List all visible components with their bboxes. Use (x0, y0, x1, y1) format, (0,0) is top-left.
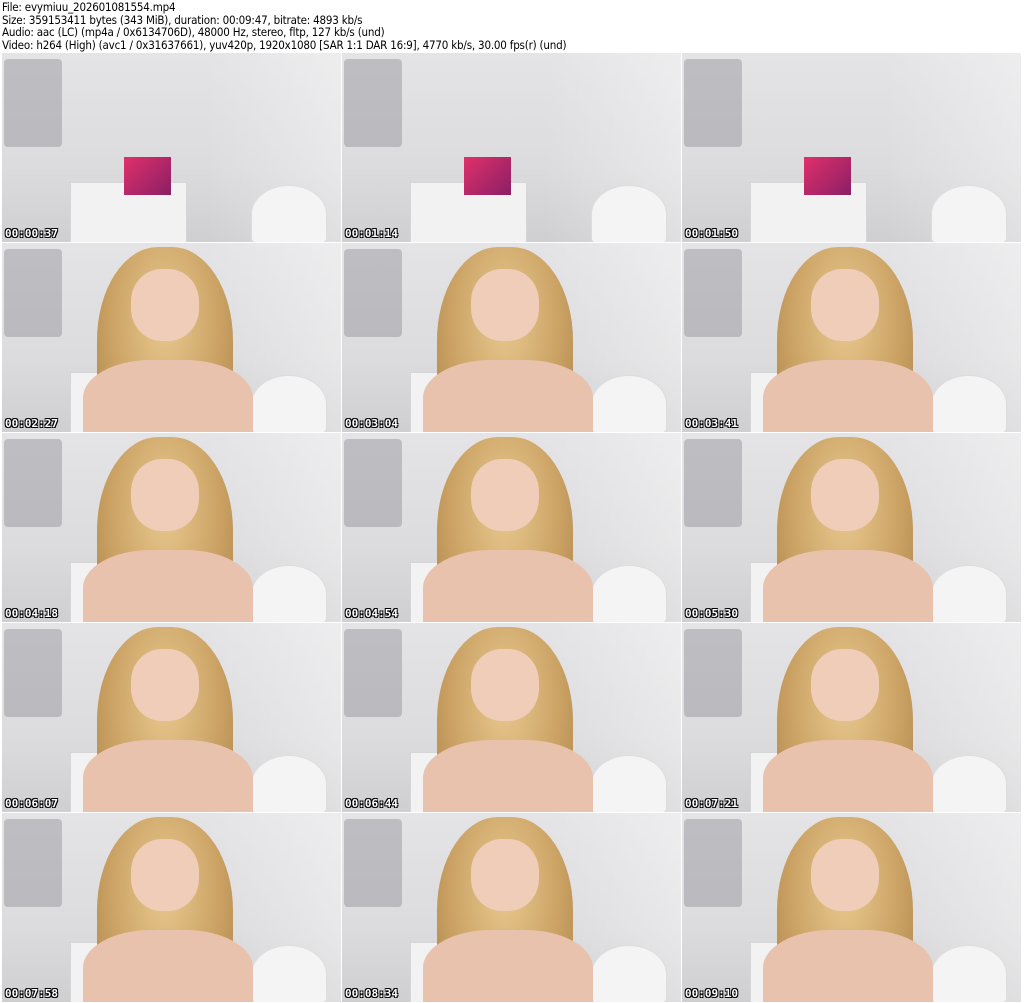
overlay-panel (684, 59, 742, 147)
chair (250, 185, 328, 242)
chair (250, 755, 328, 812)
video-thumbnail: 00:01:50 (682, 53, 1021, 242)
video-thumbnail: 00:01:14 (342, 53, 681, 242)
body (83, 740, 253, 812)
video-info: Video: h264 (High) (avc1 / 0x31637661), … (2, 37, 567, 52)
overlay-panel (684, 629, 742, 717)
timestamp: 00:01:50 (685, 227, 738, 240)
video-thumbnail: 00:04:18 (2, 433, 341, 622)
timestamp: 00:03:04 (345, 417, 398, 430)
face (470, 269, 539, 342)
body (423, 740, 593, 812)
face (470, 649, 539, 722)
chair (250, 945, 328, 1002)
timestamp: 00:06:07 (5, 797, 58, 810)
overlay-panel (4, 819, 62, 907)
timestamp: 00:05:30 (685, 607, 738, 620)
face (810, 649, 879, 722)
timestamp: 00:07:58 (5, 987, 58, 1000)
chair (930, 565, 1008, 622)
body (763, 930, 933, 1002)
timestamp: 00:06:44 (345, 797, 398, 810)
overlay-panel (684, 819, 742, 907)
face (130, 839, 199, 912)
chair (930, 755, 1008, 812)
video-thumbnail: 00:06:44 (342, 623, 681, 812)
timestamp: 00:07:21 (685, 797, 738, 810)
overlay-panel (4, 249, 62, 337)
video-thumbnail: 00:04:54 (342, 433, 681, 622)
body (423, 930, 593, 1002)
overlay-panel (4, 59, 62, 147)
timestamp: 00:01:14 (345, 227, 398, 240)
chair (590, 565, 668, 622)
body (423, 550, 593, 622)
file-name: File: evymiuu_202601081554.mp4 (2, 0, 176, 14)
overlay-panel (684, 249, 742, 337)
chair (930, 375, 1008, 432)
face (470, 839, 539, 912)
face (810, 459, 879, 532)
video-thumbnail: 00:07:58 (2, 813, 341, 1002)
body (423, 360, 593, 432)
video-thumbnail: 00:05:30 (682, 433, 1021, 622)
face (810, 269, 879, 342)
face (810, 839, 879, 912)
video-thumbnail: 00:03:04 (342, 243, 681, 432)
chair (590, 945, 668, 1002)
timestamp: 00:09:10 (685, 987, 738, 1000)
timestamp: 00:04:18 (5, 607, 58, 620)
body (83, 930, 253, 1002)
chair (590, 185, 668, 242)
timestamp: 00:03:41 (685, 417, 738, 430)
overlay-panel (4, 629, 62, 717)
overlay-panel (344, 249, 402, 337)
body (763, 360, 933, 432)
overlay-panel (344, 629, 402, 717)
timestamp: 00:00:37 (5, 227, 58, 240)
video-thumbnail: 00:00:37 (2, 53, 341, 242)
file-info-header: File: evymiuu_202601081554.mp4 Size: 359… (2, 0, 567, 52)
face (130, 459, 199, 532)
face (470, 459, 539, 532)
poster (464, 156, 512, 195)
overlay-panel (344, 439, 402, 527)
face (130, 649, 199, 722)
face (130, 269, 199, 342)
overlay-panel (684, 439, 742, 527)
chair (590, 375, 668, 432)
body (763, 550, 933, 622)
timestamp: 00:02:27 (5, 417, 58, 430)
video-thumbnail: 00:09:10 (682, 813, 1021, 1002)
chair (250, 375, 328, 432)
video-thumbnail: 00:08:34 (342, 813, 681, 1002)
timestamp: 00:08:34 (345, 987, 398, 1000)
video-thumbnail: 00:03:41 (682, 243, 1021, 432)
video-thumbnail: 00:02:27 (2, 243, 341, 432)
overlay-panel (344, 59, 402, 147)
body (763, 740, 933, 812)
overlay-panel (4, 439, 62, 527)
overlay-panel (344, 819, 402, 907)
body (83, 550, 253, 622)
audio-info: Audio: aac (LC) (mp4a / 0x6134706D), 480… (2, 25, 385, 39)
chair (590, 755, 668, 812)
chair (250, 565, 328, 622)
video-thumbnail: 00:07:21 (682, 623, 1021, 812)
body (83, 360, 253, 432)
chair (930, 185, 1008, 242)
poster (124, 156, 172, 195)
chair (930, 945, 1008, 1002)
timestamp: 00:04:54 (345, 607, 398, 620)
poster (804, 156, 852, 195)
thumbnail-grid: 00:00:37 00:01:14 00:01:50 00:02:27 00:03:04… (2, 53, 1021, 1002)
video-thumbnail: 00:06:07 (2, 623, 341, 812)
